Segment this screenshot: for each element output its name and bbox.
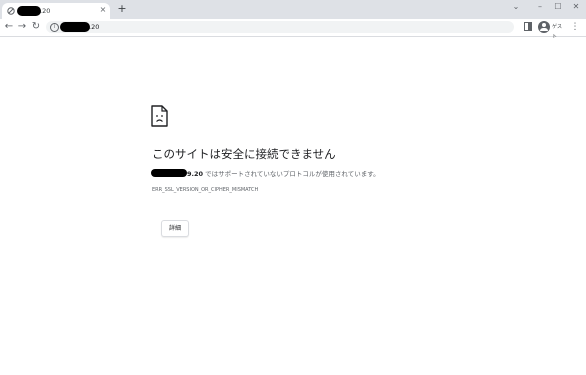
description-text: ではサポートされていないプロトコルが使用されています。 — [203, 170, 380, 178]
tab-title: .20 — [40, 7, 51, 15]
site-info-icon[interactable]: i — [50, 23, 59, 32]
reload-button[interactable]: ↻ — [30, 21, 42, 33]
forward-button[interactable]: → — [16, 21, 28, 33]
error-code: ERR_SSL_VERSION_OR_CIPHER_MISMATCH — [152, 187, 259, 193]
new-tab-button[interactable]: + — [116, 3, 128, 15]
url-text[interactable]: .20 — [89, 22, 99, 32]
redacted-host — [151, 169, 187, 177]
close-window-button[interactable]: ✕ — [566, 1, 586, 13]
browser-toolbar: ← → ↻ i .20 ゲスト ⋮ — [0, 19, 586, 40]
error-description: 9.20 ではサポートされていないプロトコルが使用されています。 — [151, 169, 380, 179]
host-suffix: 9.20 — [187, 170, 204, 178]
address-bar[interactable]: i .20 — [46, 21, 514, 33]
minimize-button[interactable]: – — [530, 1, 550, 13]
error-heading: このサイトは安全に接続できません — [152, 147, 336, 161]
side-panel-icon[interactable] — [524, 22, 532, 31]
redacted-host — [17, 6, 41, 16]
sad-document-icon — [151, 105, 168, 127]
tab-close-icon[interactable]: × — [98, 5, 108, 15]
profile-button[interactable]: ゲスト — [538, 21, 564, 40]
menu-icon[interactable]: ⋮ — [570, 21, 580, 33]
details-button[interactable]: 詳細 — [161, 220, 189, 237]
avatar-icon — [538, 21, 550, 33]
tab-search-icon[interactable]: ⌄ — [506, 1, 526, 13]
active-tab[interactable]: .20 × — [2, 3, 110, 19]
maximize-button[interactable]: ☐ — [548, 1, 568, 13]
tab-strip: .20 × + ⌄ – ☐ ✕ — [0, 0, 586, 19]
broken-connection-icon — [7, 7, 15, 15]
profile-label: ゲスト — [552, 24, 563, 40]
back-button[interactable]: ← — [3, 21, 15, 33]
redacted-url — [60, 22, 90, 32]
